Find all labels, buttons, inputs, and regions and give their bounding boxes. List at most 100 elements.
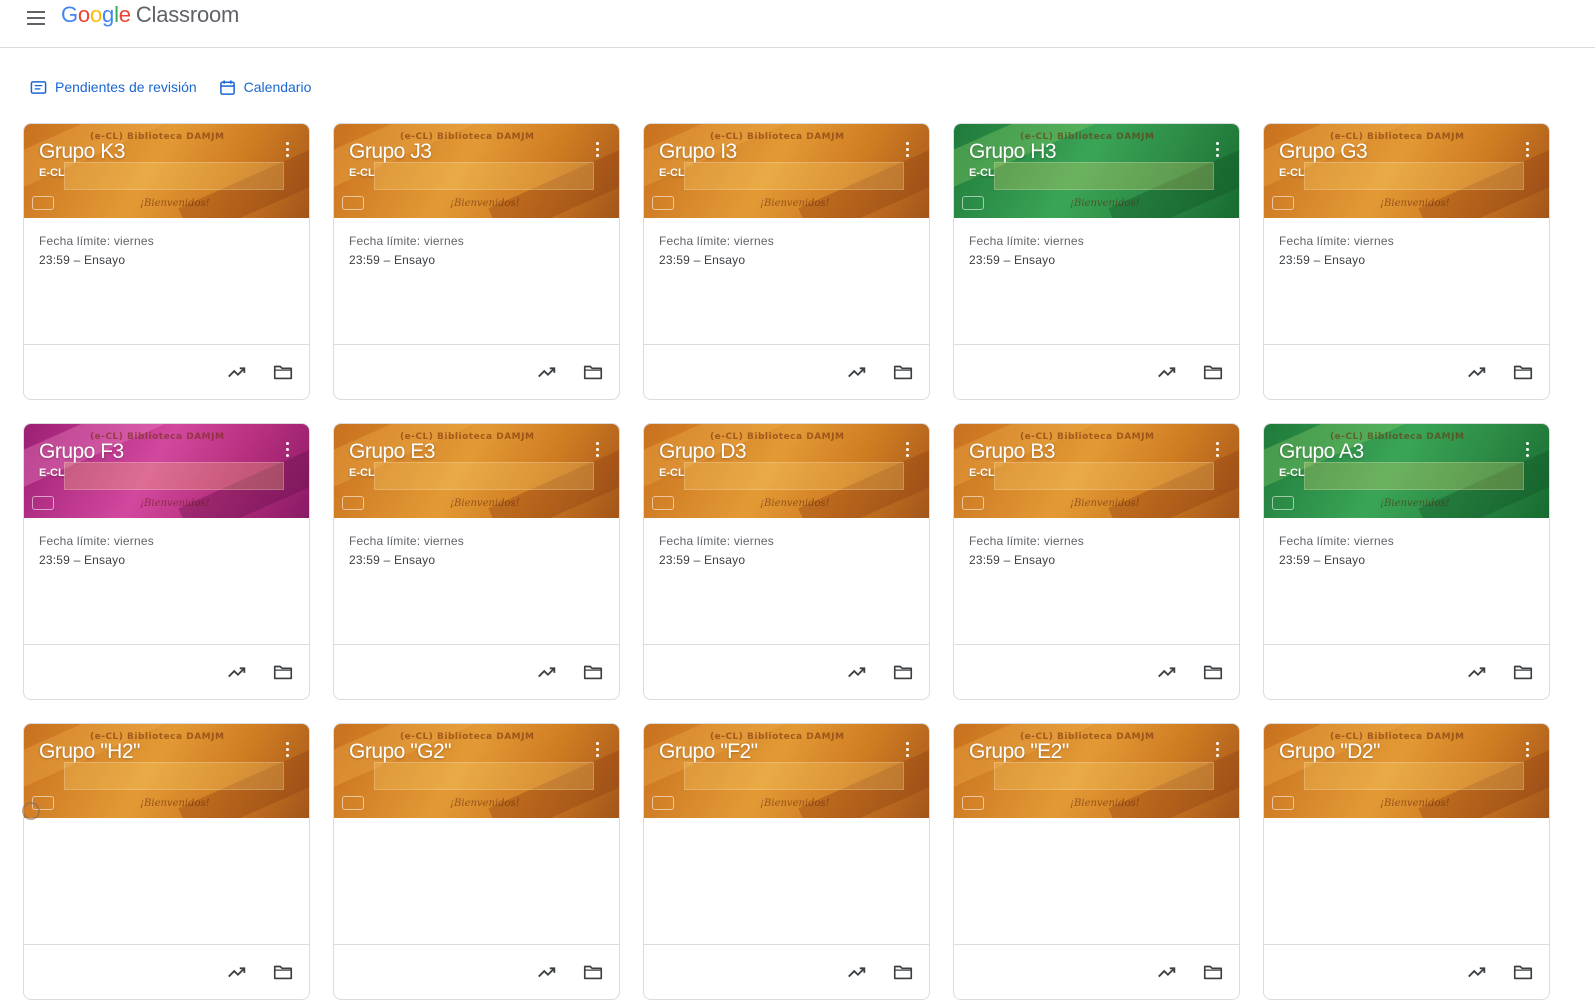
upcoming-assignment[interactable]: Fecha límite: viernes 23:59 – Ensayo bbox=[39, 532, 154, 570]
class-card[interactable]: (e-CL) Biblioteca DAMJM ¡Bienvenidos! Grup… bbox=[643, 423, 930, 700]
more-vert-icon[interactable] bbox=[905, 742, 911, 760]
trending-up-icon[interactable] bbox=[1156, 361, 1178, 383]
folder-icon[interactable] bbox=[272, 961, 294, 983]
class-banner-image[interactable]: (e-CL) Biblioteca DAMJM ¡Bienvenidos! Grup… bbox=[334, 724, 619, 818]
class-title-link[interactable]: Grupo B3 bbox=[969, 440, 1055, 464]
more-vert-icon[interactable] bbox=[595, 442, 601, 460]
class-banner-image[interactable]: (e-CL) Biblioteca DAMJM ¡Bienvenidos! Grup… bbox=[24, 424, 309, 518]
class-banner-image[interactable]: (e-CL) Biblioteca DAMJM ¡Bienvenidos! Grup… bbox=[1264, 724, 1549, 818]
class-title-link[interactable]: Grupo H3 bbox=[969, 140, 1057, 164]
folder-icon[interactable] bbox=[582, 961, 604, 983]
more-vert-icon[interactable] bbox=[595, 742, 601, 760]
trending-up-icon[interactable] bbox=[846, 361, 868, 383]
upcoming-assignment[interactable]: Fecha límite: viernes 23:59 – Ensayo bbox=[1279, 532, 1394, 570]
class-title-link[interactable]: Grupo I3 bbox=[659, 140, 737, 164]
class-card[interactable]: (e-CL) Biblioteca DAMJM ¡Bienvenidos! Grup… bbox=[333, 423, 620, 700]
app-logo[interactable]: Google Classroom bbox=[61, 2, 239, 28]
folder-icon[interactable] bbox=[582, 661, 604, 683]
folder-icon[interactable] bbox=[272, 361, 294, 383]
class-banner-image[interactable]: (e-CL) Biblioteca DAMJM ¡Bienvenidos! Grup… bbox=[644, 724, 929, 818]
upcoming-assignment[interactable]: Fecha límite: viernes 23:59 – Ensayo bbox=[969, 532, 1084, 570]
class-card[interactable]: (e-CL) Biblioteca DAMJM ¡Bienvenidos! Grup… bbox=[333, 723, 620, 1000]
class-banner-image[interactable]: (e-CL) Biblioteca DAMJM ¡Bienvenidos! Grup… bbox=[334, 424, 619, 518]
folder-icon[interactable] bbox=[1512, 361, 1534, 383]
class-title-link[interactable]: Grupo A3 bbox=[1279, 440, 1364, 464]
more-vert-icon[interactable] bbox=[1215, 142, 1221, 160]
class-banner-image[interactable]: (e-CL) Biblioteca DAMJM ¡Bienvenidos! Grup… bbox=[954, 124, 1239, 218]
class-title-link[interactable]: Grupo "G2" bbox=[349, 740, 452, 764]
class-title-link[interactable]: Grupo D3 bbox=[659, 440, 747, 464]
class-card[interactable]: (e-CL) Biblioteca DAMJM ¡Bienvenidos! Grup… bbox=[1263, 123, 1550, 400]
trending-up-icon[interactable] bbox=[1466, 661, 1488, 683]
class-banner-image[interactable]: (e-CL) Biblioteca DAMJM ¡Bienvenidos! Grup… bbox=[954, 724, 1239, 818]
class-banner-image[interactable]: (e-CL) Biblioteca DAMJM ¡Bienvenidos! Grup… bbox=[1264, 424, 1549, 518]
more-vert-icon[interactable] bbox=[285, 142, 291, 160]
class-card[interactable]: (e-CL) Biblioteca DAMJM ¡Bienvenidos! Grup… bbox=[333, 123, 620, 400]
menu-icon[interactable] bbox=[24, 6, 48, 30]
folder-icon[interactable] bbox=[1202, 661, 1224, 683]
folder-icon[interactable] bbox=[272, 661, 294, 683]
class-banner-image[interactable]: (e-CL) Biblioteca DAMJM ¡Bienvenidos! Grup… bbox=[644, 124, 929, 218]
more-vert-icon[interactable] bbox=[905, 142, 911, 160]
more-vert-icon[interactable] bbox=[595, 142, 601, 160]
trending-up-icon[interactable] bbox=[1156, 661, 1178, 683]
folder-icon[interactable] bbox=[892, 361, 914, 383]
more-vert-icon[interactable] bbox=[1215, 442, 1221, 460]
class-card[interactable]: (e-CL) Biblioteca DAMJM ¡Bienvenidos! Grup… bbox=[23, 423, 310, 700]
class-card[interactable]: (e-CL) Biblioteca DAMJM ¡Bienvenidos! Grup… bbox=[953, 723, 1240, 1000]
upcoming-assignment[interactable]: Fecha límite: viernes 23:59 – Ensayo bbox=[659, 232, 774, 270]
class-card[interactable]: (e-CL) Biblioteca DAMJM ¡Bienvenidos! Grup… bbox=[1263, 723, 1550, 1000]
more-vert-icon[interactable] bbox=[285, 742, 291, 760]
class-title-link[interactable]: Grupo F3 bbox=[39, 440, 124, 464]
class-card[interactable]: (e-CL) Biblioteca DAMJM ¡Bienvenidos! Grup… bbox=[1263, 423, 1550, 700]
folder-icon[interactable] bbox=[1512, 961, 1534, 983]
class-title-link[interactable]: Grupo K3 bbox=[39, 140, 125, 164]
more-vert-icon[interactable] bbox=[1525, 742, 1531, 760]
class-title-link[interactable]: Grupo J3 bbox=[349, 140, 432, 164]
class-banner-image[interactable]: (e-CL) Biblioteca DAMJM ¡Bienvenidos! Grup… bbox=[334, 124, 619, 218]
more-vert-icon[interactable] bbox=[285, 442, 291, 460]
class-card[interactable]: (e-CL) Biblioteca DAMJM ¡Bienvenidos! Grup… bbox=[643, 723, 930, 1000]
more-vert-icon[interactable] bbox=[1215, 742, 1221, 760]
folder-icon[interactable] bbox=[892, 961, 914, 983]
class-card[interactable]: (e-CL) Biblioteca DAMJM ¡Bienvenidos! Grup… bbox=[23, 723, 310, 1000]
trending-up-icon[interactable] bbox=[536, 961, 558, 983]
trending-up-icon[interactable] bbox=[226, 661, 248, 683]
class-card[interactable]: (e-CL) Biblioteca DAMJM ¡Bienvenidos! Grup… bbox=[953, 123, 1240, 400]
trending-up-icon[interactable] bbox=[1466, 961, 1488, 983]
trending-up-icon[interactable] bbox=[226, 961, 248, 983]
class-card[interactable]: (e-CL) Biblioteca DAMJM ¡Bienvenidos! Grup… bbox=[643, 123, 930, 400]
calendar-link[interactable]: Calendario bbox=[219, 79, 311, 96]
trending-up-icon[interactable] bbox=[1156, 961, 1178, 983]
folder-icon[interactable] bbox=[1512, 661, 1534, 683]
upcoming-assignment[interactable]: Fecha límite: viernes 23:59 – Ensayo bbox=[969, 232, 1084, 270]
class-title-link[interactable]: Grupo G3 bbox=[1279, 140, 1368, 164]
class-title-link[interactable]: Grupo "E2" bbox=[969, 740, 1069, 764]
upcoming-assignment[interactable]: Fecha límite: viernes 23:59 – Ensayo bbox=[1279, 232, 1394, 270]
trending-up-icon[interactable] bbox=[846, 961, 868, 983]
class-banner-image[interactable]: (e-CL) Biblioteca DAMJM ¡Bienvenidos! Grup… bbox=[24, 124, 309, 218]
class-banner-image[interactable]: (e-CL) Biblioteca DAMJM ¡Bienvenidos! Grup… bbox=[1264, 124, 1549, 218]
folder-icon[interactable] bbox=[582, 361, 604, 383]
trending-up-icon[interactable] bbox=[536, 661, 558, 683]
more-vert-icon[interactable] bbox=[905, 442, 911, 460]
class-title-link[interactable]: Grupo "F2" bbox=[659, 740, 758, 764]
folder-icon[interactable] bbox=[1202, 961, 1224, 983]
class-title-link[interactable]: Grupo "H2" bbox=[39, 740, 140, 764]
folder-icon[interactable] bbox=[892, 661, 914, 683]
to-review-link[interactable]: Pendientes de revisión bbox=[30, 79, 197, 96]
upcoming-assignment[interactable]: Fecha límite: viernes 23:59 – Ensayo bbox=[659, 532, 774, 570]
more-vert-icon[interactable] bbox=[1525, 442, 1531, 460]
class-banner-image[interactable]: (e-CL) Biblioteca DAMJM ¡Bienvenidos! Grup… bbox=[644, 424, 929, 518]
trending-up-icon[interactable] bbox=[536, 361, 558, 383]
class-card[interactable]: (e-CL) Biblioteca DAMJM ¡Bienvenidos! Grup… bbox=[23, 123, 310, 400]
class-title-link[interactable]: Grupo "D2" bbox=[1279, 740, 1380, 764]
trending-up-icon[interactable] bbox=[226, 361, 248, 383]
folder-icon[interactable] bbox=[1202, 361, 1224, 383]
trending-up-icon[interactable] bbox=[1466, 361, 1488, 383]
class-banner-image[interactable]: (e-CL) Biblioteca DAMJM ¡Bienvenidos! Grup… bbox=[24, 724, 309, 818]
trending-up-icon[interactable] bbox=[846, 661, 868, 683]
class-card[interactable]: (e-CL) Biblioteca DAMJM ¡Bienvenidos! Grup… bbox=[953, 423, 1240, 700]
upcoming-assignment[interactable]: Fecha límite: viernes 23:59 – Ensayo bbox=[349, 232, 464, 270]
class-banner-image[interactable]: (e-CL) Biblioteca DAMJM ¡Bienvenidos! Grup… bbox=[954, 424, 1239, 518]
